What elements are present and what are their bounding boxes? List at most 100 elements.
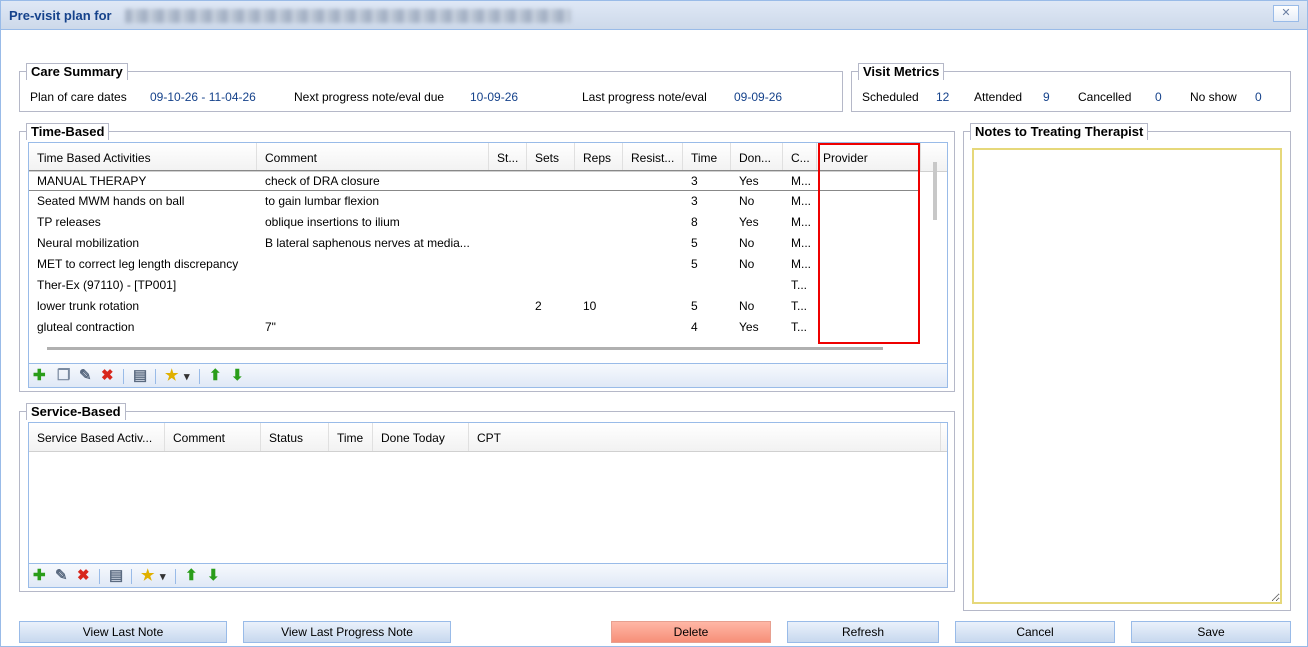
note-icon[interactable]: ▤: [133, 368, 147, 383]
cell-provider[interactable]: [817, 191, 919, 212]
time-based-legend: Time-Based: [26, 123, 110, 140]
chevron-down-icon[interactable]: ▾: [184, 370, 190, 385]
cell-activity: MET to correct leg length discrepancy: [37, 257, 239, 271]
delete-icon[interactable]: ✖: [101, 368, 114, 383]
view-last-progress-note-button[interactable]: View Last Progress Note: [243, 621, 451, 643]
table-row[interactable]: MET to correct leg length discrepancy 5 …: [29, 254, 919, 275]
col-header-comment[interactable]: Comment: [165, 423, 261, 451]
move-up-icon[interactable]: ⬆: [185, 568, 198, 583]
cell-activity: Seated MWM hands on ball: [37, 194, 185, 208]
cell-status: [489, 191, 527, 212]
cell-comment: B lateral saphenous nerves at media...: [265, 236, 470, 250]
cell-comment: [257, 296, 489, 317]
cell-provider[interactable]: [817, 233, 919, 254]
col-header-time[interactable]: Time: [683, 143, 731, 171]
note-icon[interactable]: ▤: [109, 568, 123, 583]
cell-time: 5: [691, 236, 698, 250]
chevron-down-icon[interactable]: ▾: [160, 570, 166, 585]
table-row[interactable]: TP releases oblique insertions to ilium …: [29, 212, 919, 233]
col-header-resistance[interactable]: Resist...: [623, 143, 683, 171]
col-header-status[interactable]: Status: [261, 423, 329, 451]
cell-resistance: [623, 233, 683, 254]
next-progress-label: Next progress note/eval due: [294, 90, 445, 104]
time-based-horizontal-scrollbar[interactable]: [47, 347, 883, 350]
move-down-icon[interactable]: ⬇: [207, 568, 220, 583]
col-header-time[interactable]: Time: [329, 423, 373, 451]
cell-provider[interactable]: [817, 171, 919, 192]
edit-icon[interactable]: ✎: [55, 568, 68, 583]
col-header-cpt[interactable]: C...: [783, 143, 817, 171]
scrollbar-thumb[interactable]: [933, 162, 937, 220]
cell-provider[interactable]: [817, 317, 919, 338]
cell-sets: [527, 191, 575, 212]
cell-sets: [527, 212, 575, 233]
cell-sets: [527, 317, 575, 338]
col-header-provider[interactable]: Provider: [817, 143, 921, 171]
table-row[interactable]: lower trunk rotation 2 10 5 No T...: [29, 296, 919, 317]
star-icon[interactable]: ★: [165, 368, 178, 383]
cell-activity: MANUAL THERAPY: [37, 174, 147, 188]
add-icon[interactable]: ✚: [33, 368, 46, 383]
table-row[interactable]: Ther-Ex (97110) - [TP001] T...: [29, 275, 919, 296]
cell-status: [489, 233, 527, 254]
no-show-value: 0: [1255, 90, 1262, 104]
cell-done: [731, 275, 783, 296]
toolbar-separator: [175, 569, 176, 584]
table-row[interactable]: gluteal contraction 7" 4 Yes T...: [29, 317, 919, 338]
table-row[interactable]: MANUAL THERAPY check of DRA closure 3 Ye…: [29, 170, 919, 191]
cell-done: No: [739, 236, 755, 250]
cell-resistance: [623, 171, 683, 192]
view-last-note-button[interactable]: View Last Note: [19, 621, 227, 643]
col-header-sets[interactable]: Sets: [527, 143, 575, 171]
visit-metrics-legend: Visit Metrics: [858, 63, 945, 80]
cell-reps: [575, 254, 623, 275]
scheduled-label: Scheduled: [862, 90, 919, 104]
refresh-button[interactable]: Refresh: [787, 621, 939, 643]
cell-done: No: [739, 194, 755, 208]
col-header-cpt[interactable]: CPT: [469, 423, 941, 451]
notes-textarea[interactable]: [972, 148, 1282, 604]
col-header-comment[interactable]: Comment: [257, 143, 489, 171]
cell-resistance: [623, 317, 683, 338]
move-down-icon[interactable]: ⬇: [231, 368, 244, 383]
cell-activity: TP releases: [37, 215, 101, 229]
cell-reps: [575, 171, 623, 192]
col-header-activity[interactable]: Time Based Activities: [29, 143, 257, 171]
cell-sets: [527, 275, 575, 296]
toolbar-separator: [131, 569, 132, 584]
edit-icon[interactable]: ✎: [79, 368, 92, 383]
time-based-vertical-scrollbar[interactable]: [927, 156, 943, 346]
table-row[interactable]: Seated MWM hands on ball to gain lumbar …: [29, 191, 919, 212]
cell-provider[interactable]: [817, 212, 919, 233]
notes-panel: Notes to Treating Therapist: [963, 123, 1291, 611]
delete-button[interactable]: Delete: [611, 621, 771, 643]
move-up-icon[interactable]: ⬆: [209, 368, 222, 383]
col-header-service-activity[interactable]: Service Based Activ...: [29, 423, 165, 451]
col-header-status[interactable]: St...: [489, 143, 527, 171]
cell-status: [489, 296, 527, 317]
add-icon[interactable]: ✚: [33, 568, 46, 583]
col-header-reps[interactable]: Reps: [575, 143, 623, 171]
cell-cpt: T...: [791, 278, 808, 292]
cell-resistance: [623, 212, 683, 233]
table-row[interactable]: Neural mobilization B lateral saphenous …: [29, 233, 919, 254]
service-based-toolbar: ✚ ✎ ✖ ▤ ★ ▾ ⬆ ⬇: [29, 563, 947, 587]
cell-reps: [575, 212, 623, 233]
delete-icon[interactable]: ✖: [77, 568, 90, 583]
cell-activity: Neural mobilization: [37, 236, 140, 250]
col-header-done-today[interactable]: Done Today: [373, 423, 469, 451]
cell-provider[interactable]: [817, 296, 919, 317]
star-icon[interactable]: ★: [141, 568, 154, 583]
cell-provider[interactable]: [817, 275, 919, 296]
cancel-button[interactable]: Cancel: [955, 621, 1115, 643]
close-icon[interactable]: ✕: [1273, 5, 1299, 22]
cell-reps: [575, 233, 623, 254]
cell-status: [489, 317, 527, 338]
save-button[interactable]: Save: [1131, 621, 1291, 643]
col-header-done[interactable]: Don...: [731, 143, 783, 171]
plan-of-care-value: 09-10-26 - 11-04-26: [150, 90, 256, 104]
cell-cpt: M...: [791, 236, 811, 250]
cell-provider[interactable]: [817, 254, 919, 275]
copy-icon[interactable]: ❐: [57, 368, 70, 383]
cell-cpt: T...: [791, 320, 808, 334]
